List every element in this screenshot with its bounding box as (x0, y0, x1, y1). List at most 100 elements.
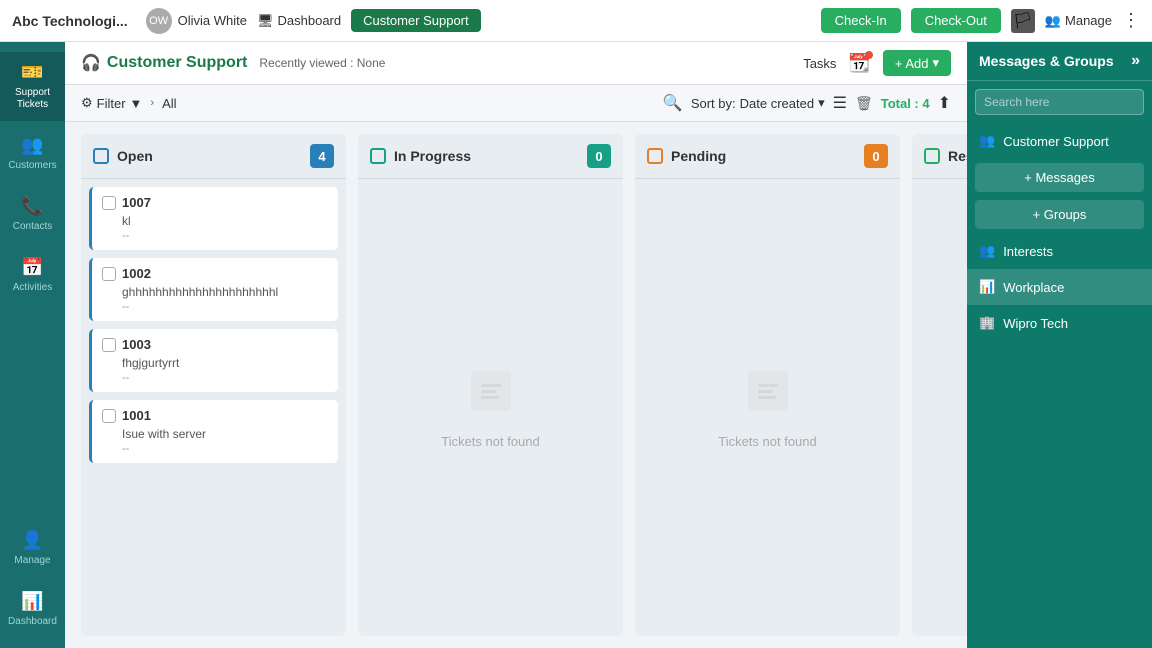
user-name: Olivia White (178, 13, 247, 28)
sidebar-label-customers: Customers (8, 160, 56, 172)
right-panel: Messages & Groups » 👥 Customer Support +… (967, 42, 1152, 648)
column-resolved: Resolved 0 Tickets not fo (912, 134, 967, 636)
ticket-card[interactable]: 1002 ghhhhhhhhhhhhhhhhhhhhhhl -- (89, 258, 338, 321)
sidebar-item-customers[interactable]: 👥 Customers (0, 125, 65, 182)
more-options-icon[interactable]: ⋮ (1122, 10, 1140, 31)
sort-button[interactable]: Sort by: Date created ▾ (691, 95, 825, 111)
sort-arrow-icon: ▾ (818, 95, 825, 111)
kanban-area: Open 4 1007 kl -- (65, 122, 967, 648)
navbar: Abc Technologi... OW Olivia White 🖥 Dash… (0, 0, 1152, 42)
sidebar-label-activities: Activities (13, 282, 52, 294)
dashboard-sidebar-icon: 📊 (21, 591, 43, 612)
column-pending-title: Pending (671, 148, 856, 164)
column-in-progress-checkbox[interactable] (370, 148, 386, 164)
right-panel-header: Messages & Groups » (967, 42, 1152, 81)
column-in-progress-badge: 0 (587, 144, 611, 168)
add-button[interactable]: + Add ▾ (883, 50, 951, 76)
ticket-id: 1001 (122, 408, 151, 423)
column-pending-body: Tickets not found (635, 179, 900, 636)
group-icon: 👥 (979, 133, 995, 149)
column-resolved-checkbox[interactable] (924, 148, 940, 164)
column-open-header: Open 4 (81, 134, 346, 179)
ticket-header: 1003 (102, 337, 328, 352)
support-tickets-icon: 🎫 (21, 62, 43, 83)
search-icon: 🔍 (663, 93, 683, 113)
calendar-button[interactable]: 📆 (848, 53, 870, 74)
ticket-checkbox[interactable] (102, 338, 116, 352)
interests-icon: 👥 (979, 243, 995, 259)
ticket-card[interactable]: 1007 kl -- (89, 187, 338, 250)
customer-support-nav-link[interactable]: Customer Support (351, 9, 481, 32)
ticket-id: 1002 (122, 266, 151, 281)
ticket-checkbox[interactable] (102, 196, 116, 210)
filter-button[interactable]: ⚙ Filter ▼ (81, 95, 142, 111)
column-in-progress: In Progress 0 Tickets not (358, 134, 623, 636)
column-pending: Pending 0 Tickets not fou (635, 134, 900, 636)
wipro-tech-item[interactable]: 🏢 Wipro Tech (967, 305, 1152, 341)
sidebar-label-contacts: Contacts (13, 221, 52, 233)
total-count: Total : 4 (881, 96, 930, 111)
list-view-button[interactable]: ☰ (833, 93, 847, 113)
ticket-status: -- (122, 230, 328, 242)
sidebar-label-manage: Manage (14, 555, 50, 567)
main-layout: 🎫 SupportTickets 👥 Customers 📞 Contacts … (0, 42, 1152, 648)
tasks-button[interactable]: Tasks (803, 56, 836, 71)
expand-icon[interactable]: » (1131, 52, 1140, 70)
groups-button[interactable]: + Groups (975, 200, 1144, 229)
sidebar-item-activities[interactable]: 📅 Activities (0, 247, 65, 304)
empty-icon (466, 366, 516, 426)
manage-button[interactable]: 👥 Manage (1045, 13, 1112, 29)
toolbar: ⚙ Filter ▼ › All 🔍 Sort by: Date created… (65, 85, 967, 122)
empty-state-pending: Tickets not found (643, 187, 892, 628)
ticket-status: -- (122, 372, 328, 384)
sidebar-item-support-tickets[interactable]: 🎫 SupportTickets (0, 52, 65, 121)
sidebar-label-support-tickets: SupportTickets (15, 87, 50, 111)
ticket-subject: Isue with server (122, 427, 328, 441)
dashboard-icon: 🖥 (257, 13, 274, 29)
ticket-status: -- (122, 443, 328, 455)
dashboard-nav-link[interactable]: 🖥 Dashboard (257, 13, 341, 29)
filter-icon: ⚙ (81, 95, 93, 111)
export-button[interactable]: ⬆ (938, 93, 951, 113)
flag-icon[interactable]: 🏳 (1011, 9, 1035, 33)
ticket-id: 1003 (122, 337, 151, 352)
content-area: 🎧 Customer Support Recently viewed : Non… (65, 42, 967, 648)
interests-item[interactable]: 👥 Interests (967, 233, 1152, 269)
customer-support-group-item[interactable]: 👥 Customer Support (967, 123, 1152, 159)
activities-icon: 📅 (21, 257, 43, 278)
sidebar-item-contacts[interactable]: 📞 Contacts (0, 186, 65, 243)
empty-icon-pending (743, 366, 793, 426)
column-pending-checkbox[interactable] (647, 148, 663, 164)
ticket-card[interactable]: 1001 Isue with server -- (89, 400, 338, 463)
ticket-status: -- (122, 301, 328, 313)
column-resolved-title: Resolved (948, 148, 967, 164)
dropdown-arrow-icon: ▾ (932, 55, 939, 71)
empty-state-resolved: Tickets not found (920, 187, 967, 628)
empty-state-in-progress: Tickets not found (366, 187, 615, 628)
workplace-item[interactable]: 📊 Workplace (967, 269, 1152, 305)
workplace-icon: 📊 (979, 279, 995, 295)
wipro-icon: 🏢 (979, 315, 995, 331)
page-title: 🎧 Customer Support (81, 53, 247, 73)
ticket-id: 1007 (122, 195, 151, 210)
delete-button[interactable]: 🗑 (855, 95, 873, 112)
column-pending-header: Pending 0 (635, 134, 900, 179)
user-info: OW Olivia White (146, 8, 247, 34)
ticket-header: 1007 (102, 195, 328, 210)
column-open-checkbox[interactable] (93, 148, 109, 164)
column-open-title: Open (117, 148, 302, 164)
sidebar-item-manage[interactable]: 👤 Manage (0, 520, 65, 577)
manage-sidebar-icon: 👤 (21, 530, 43, 551)
messages-button[interactable]: + Messages (975, 163, 1144, 192)
messages-search-input[interactable] (975, 89, 1144, 115)
manage-icon: 👥 (1045, 13, 1061, 29)
sidebar-item-dashboard[interactable]: 📊 Dashboard (0, 581, 65, 638)
ticket-card[interactable]: 1003 fhgjgurtyrrt -- (89, 329, 338, 392)
column-pending-badge: 0 (864, 144, 888, 168)
checkout-button[interactable]: Check-Out (911, 8, 1001, 33)
ticket-checkbox[interactable] (102, 409, 116, 423)
checkin-button[interactable]: Check-In (821, 8, 901, 33)
ticket-subject: ghhhhhhhhhhhhhhhhhhhhhhl (122, 285, 328, 299)
column-open-badge: 4 (310, 144, 334, 168)
ticket-checkbox[interactable] (102, 267, 116, 281)
